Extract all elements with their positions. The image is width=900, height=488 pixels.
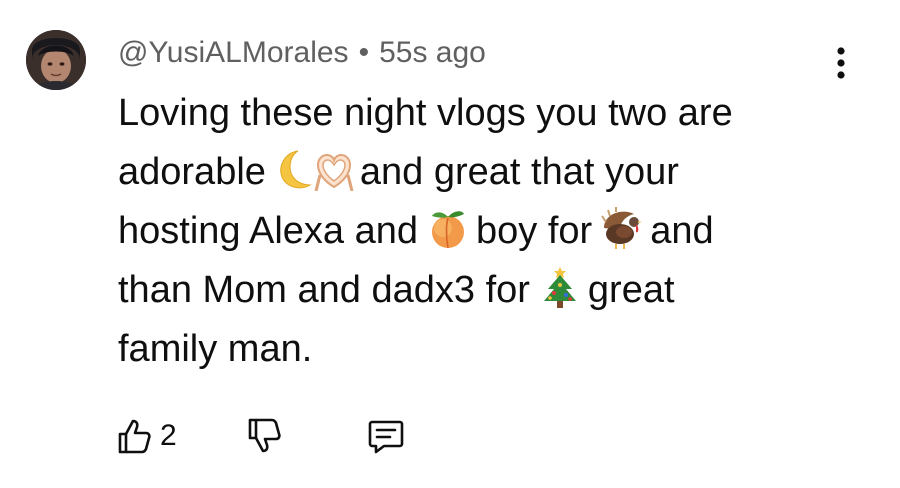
comment-timestamp[interactable]: 55s ago <box>379 36 486 69</box>
comment-text-segment: boy for <box>476 210 593 252</box>
avatar-image <box>26 30 86 90</box>
moon-heart-hands-emoji <box>274 147 354 191</box>
comment-text-segment: family man. <box>118 328 313 370</box>
separator-dot: • <box>358 36 370 69</box>
more-vertical-icon <box>837 47 845 79</box>
more-options-button[interactable] <box>826 43 856 83</box>
author-avatar[interactable] <box>26 30 86 90</box>
comment-header: @YusiALMorales • 55s ago <box>118 33 486 73</box>
comment-line-3: hosting Alexa and boy for and <box>118 202 858 261</box>
reply-button[interactable] <box>366 412 406 460</box>
comment-text: Loving these night vlogs you two are ado… <box>118 84 858 379</box>
thumbs-down-icon <box>248 418 281 453</box>
comment-line-5: family man. <box>118 320 858 379</box>
reply-comment-icon <box>368 420 404 454</box>
like-button[interactable]: 2 <box>114 412 177 460</box>
comment-text-segment: hosting Alexa and <box>118 210 419 252</box>
peach-emoji <box>426 206 470 250</box>
comment-line-1: Loving these night vlogs you two are <box>118 84 858 143</box>
comment-line-2: adorable and great that your <box>118 143 858 202</box>
thumbs-up-icon <box>118 419 151 454</box>
dislike-button[interactable] <box>244 412 284 460</box>
comment-text-segment: great <box>587 269 675 311</box>
comment-text-segment: adorable <box>118 151 266 193</box>
turkey-emoji <box>600 206 644 250</box>
comment-line-4: than Mom and dadx3 for great <box>118 261 858 320</box>
comment-text-segment: than Mom and dadx3 for <box>118 269 530 311</box>
comment-text-segment: Loving these night vlogs you two are <box>118 92 733 134</box>
like-count: 2 <box>160 419 177 452</box>
christmas-tree-emoji <box>538 265 582 309</box>
author-handle[interactable]: @YusiALMorales <box>118 36 349 69</box>
comment-text-segment: and <box>650 210 714 252</box>
comment-text-segment: and great that your <box>359 151 679 193</box>
